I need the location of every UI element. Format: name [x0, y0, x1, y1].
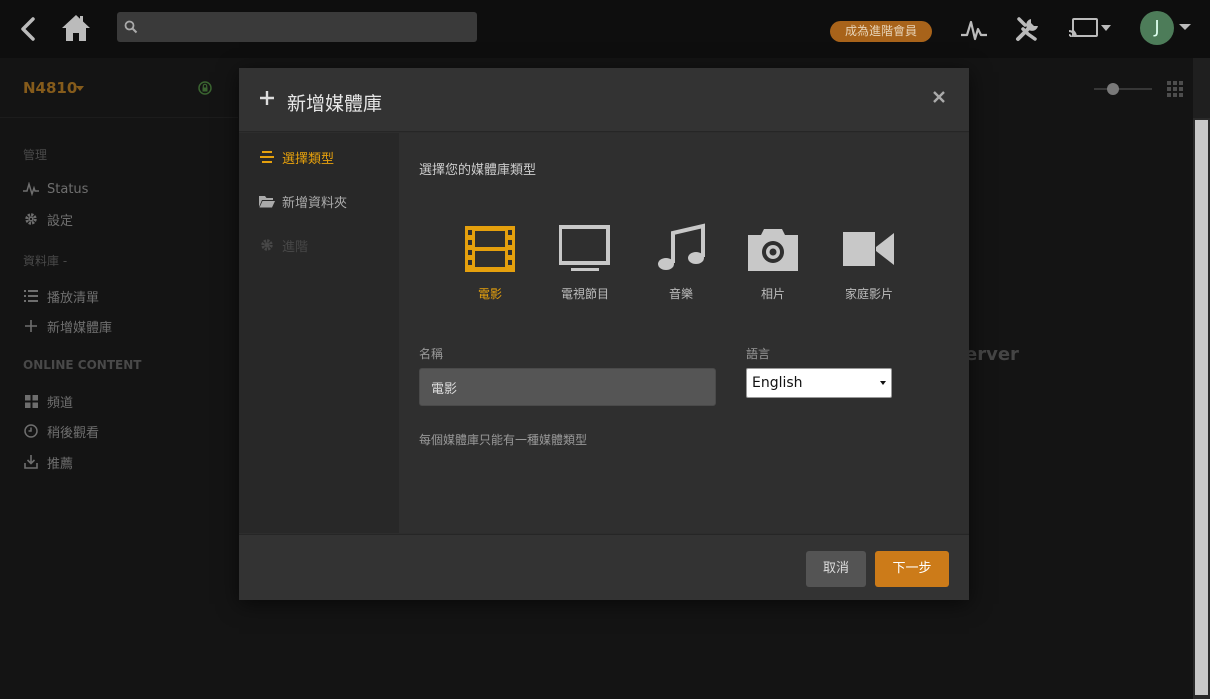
top-bar: 成為進階會員 J [0, 0, 1210, 58]
chevron-down-icon [880, 381, 886, 385]
library-type-home-videos[interactable]: 家庭影片 [841, 221, 897, 302]
step-label: 新增資料夾 [282, 195, 348, 211]
back-arrow-icon[interactable] [12, 13, 44, 45]
language-selected-value: English [752, 375, 803, 391]
plus-icon [259, 90, 275, 106]
library-type-movies[interactable]: 電影 [462, 221, 518, 302]
library-type-label: 音樂 [668, 287, 693, 301]
search-icon [123, 19, 139, 35]
step-advanced: 進階 [259, 235, 308, 255]
step-select-type[interactable]: 選擇類型 [259, 147, 334, 167]
lines-icon [259, 149, 275, 165]
dialog-content: 選擇您的媒體庫類型 電影 電視節目 音樂 相片 家庭影片 名稱 電影 語言 En… [399, 133, 969, 533]
go-premium-button[interactable]: 成為進階會員 [830, 21, 932, 42]
library-type-prompt: 選擇您的媒體庫類型 [419, 163, 537, 178]
library-type-photos[interactable]: 相片 [745, 221, 801, 302]
search-bar[interactable] [117, 12, 477, 42]
language-select[interactable]: English [746, 368, 892, 398]
gear-icon [259, 237, 275, 253]
activity-icon[interactable] [958, 14, 990, 46]
film-icon [462, 221, 518, 277]
folder-icon [259, 193, 275, 209]
home-icon[interactable] [58, 10, 94, 46]
cancel-button[interactable]: 取消 [806, 551, 866, 587]
settings-tools-icon[interactable] [1012, 13, 1044, 45]
next-button[interactable]: 下一步 [875, 551, 949, 587]
library-type-label: 電影 [477, 287, 502, 301]
library-type-label: 電視節目 [560, 287, 609, 301]
dialog-title: 新增媒體庫 [287, 93, 383, 115]
wizard-steps: 選擇類型 新增資料夾 進階 [239, 133, 399, 533]
name-label: 名稱 [419, 347, 444, 361]
step-label: 進階 [282, 239, 309, 255]
music-icon [653, 221, 709, 277]
library-type-hint: 每個媒體庫只能有一種媒體類型 [419, 433, 588, 447]
library-name-input[interactable] [419, 368, 716, 406]
step-add-folders[interactable]: 新增資料夾 [259, 191, 347, 211]
add-library-dialog: 新增媒體庫 選擇類型 新增資料夾 進階 選擇您的媒體庫類型 電影 電視節目 音樂… [239, 68, 969, 600]
dialog-header: 新增媒體庫 [239, 68, 969, 132]
camera-icon [745, 221, 801, 277]
library-type-label: 相片 [760, 287, 785, 301]
step-label: 選擇類型 [282, 151, 335, 167]
video-camera-icon [841, 221, 897, 277]
tv-icon [557, 221, 613, 277]
language-label: 語言 [746, 347, 771, 361]
scrollbar-thumb[interactable] [1195, 120, 1208, 695]
library-type-tv-shows[interactable]: 電視節目 [557, 221, 613, 302]
user-avatar[interactable]: J [1140, 11, 1174, 45]
cast-icon[interactable] [1066, 14, 1114, 42]
library-type-music[interactable]: 音樂 [653, 221, 709, 302]
chevron-down-icon[interactable] [1178, 20, 1192, 34]
library-type-label: 家庭影片 [844, 287, 893, 301]
search-input[interactable] [145, 12, 465, 42]
close-icon[interactable] [932, 89, 948, 105]
dialog-footer: 取消 下一步 [239, 534, 969, 600]
